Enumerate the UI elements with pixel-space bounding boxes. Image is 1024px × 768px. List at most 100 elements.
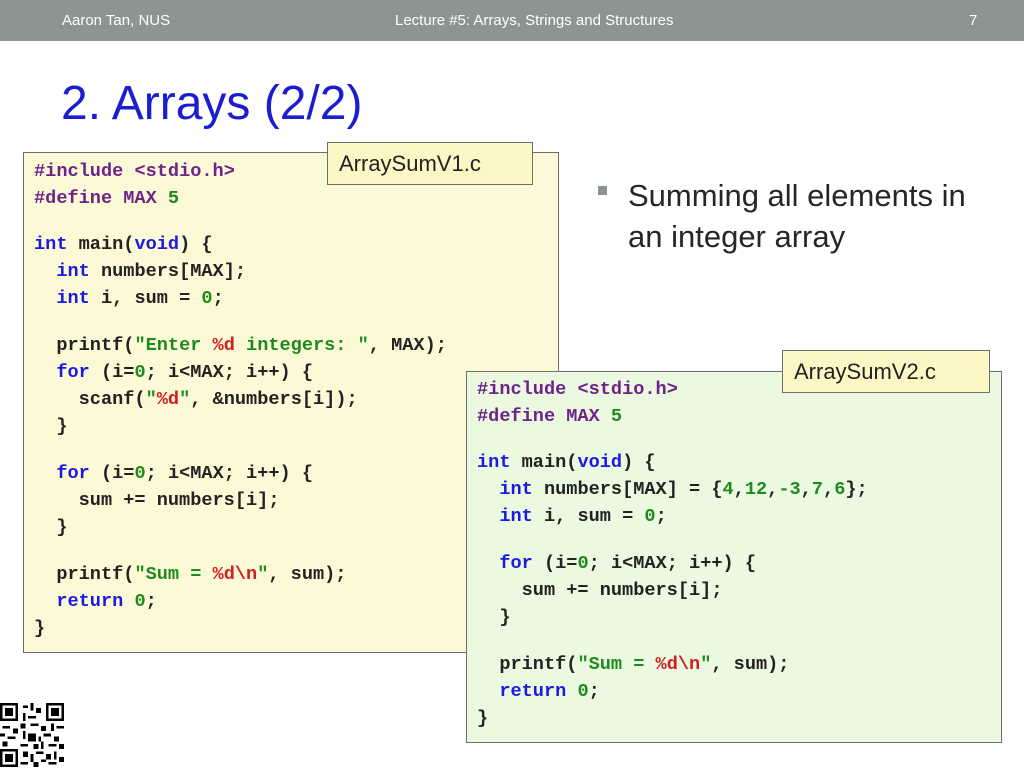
code-token: return	[56, 591, 124, 612]
code-token: 7	[811, 479, 824, 500]
code-line: }	[34, 416, 67, 438]
code-line: for (i=0; i<MAX; i++) {	[34, 362, 313, 384]
code-token: #define	[477, 406, 567, 427]
code-token: 0	[201, 288, 213, 309]
code-line: printf("Sum = %d\n", sum);	[477, 654, 789, 676]
code-token: 4	[722, 479, 734, 500]
code-token: ) {	[179, 234, 213, 255]
code-token: ;	[145, 591, 157, 612]
code-token: (i=	[89, 362, 135, 383]
header-author: Aaron Tan, NUS	[62, 12, 171, 29]
code-token: MAX	[123, 188, 168, 209]
code-token: "Sum =	[577, 654, 656, 675]
code-token: <stdio.h>	[577, 379, 678, 400]
code-token: 5	[610, 406, 623, 427]
code-token: ; i<MAX; i++) {	[145, 362, 313, 383]
code-box-arraysumv2: #include <stdio.h> #define MAX 5 int main(…	[466, 371, 1002, 743]
code-token: , sum);	[711, 654, 790, 675]
qr-code-icon	[0, 703, 64, 767]
code-token: i, sum =	[532, 506, 645, 527]
code-token: scanf(	[34, 389, 146, 410]
code-token: }	[34, 618, 46, 639]
code-token: ;	[655, 506, 667, 527]
file-label-arraysumv2: ArraySumV2.c	[782, 350, 990, 393]
code-token: %d\n	[655, 654, 701, 675]
code-token: #include	[34, 161, 135, 182]
code-token: "Enter	[134, 335, 213, 356]
code-line: int main(void) {	[477, 452, 656, 474]
code-token: , sum);	[268, 564, 347, 585]
header-page-number: 7	[969, 12, 978, 29]
code-token: int	[56, 261, 90, 282]
code-token: "	[700, 654, 712, 675]
code-token: void	[577, 452, 623, 473]
code-token: 0	[644, 506, 656, 527]
code-line: #define MAX 5	[477, 406, 622, 428]
code-token: for	[56, 463, 90, 484]
bullet-text: Summing all elements in an integer array	[628, 178, 966, 254]
code-line: }	[477, 708, 488, 730]
code-token: MAX	[566, 406, 611, 427]
header-bar: Aaron Tan, NUS Lecture #5: Arrays, Strin…	[0, 0, 1024, 41]
code-token: for	[56, 362, 90, 383]
code-line: }	[34, 618, 45, 640]
code-token: void	[134, 234, 180, 255]
code-token: numbers[MAX];	[89, 261, 247, 282]
file-label-arraysumv1: ArraySumV1.c	[327, 142, 533, 185]
code-token: 5	[167, 188, 180, 209]
code-token: ,	[733, 479, 745, 500]
code-line: #include <stdio.h>	[477, 379, 678, 401]
code-line: sum += numbers[i];	[477, 580, 723, 602]
code-token: ; i<MAX; i++) {	[145, 463, 313, 484]
code-line: for (i=0; i<MAX; i++) {	[477, 553, 756, 575]
code-token: #include	[477, 379, 578, 400]
code-token: 6	[834, 479, 846, 500]
slide-title: 2. Arrays (2/2)	[61, 77, 363, 130]
code-token: 0	[134, 591, 146, 612]
code-line: int main(void) {	[34, 234, 213, 256]
code-token: %d	[156, 389, 180, 410]
code-token: sum += numbers[i];	[477, 580, 723, 601]
code-token: int	[499, 506, 533, 527]
code-token: "	[145, 389, 157, 410]
code-token: ;	[588, 681, 600, 702]
code-token: (i=	[532, 553, 578, 574]
code-line: sum += numbers[i];	[34, 490, 280, 512]
code-token: main(	[510, 452, 578, 473]
code-token: }	[477, 708, 489, 729]
code-token: #define	[34, 188, 124, 209]
code-token: numbers[MAX] = {	[532, 479, 723, 500]
code-token: 12	[744, 479, 768, 500]
code-line: int i, sum = 0;	[34, 288, 223, 310]
code-line: int numbers[MAX];	[34, 261, 246, 283]
code-token: ,	[823, 479, 835, 500]
code-token: 0	[577, 681, 589, 702]
code-token: main(	[67, 234, 135, 255]
code-token: -3	[778, 479, 801, 500]
code-token: printf(	[34, 335, 135, 356]
code-token: return	[499, 681, 567, 702]
code-line: int i, sum = 0;	[477, 506, 667, 528]
code-token: , &numbers[i]);	[190, 389, 358, 410]
code-token: integers: "	[234, 335, 369, 356]
code-token: "Sum =	[134, 564, 213, 585]
header-lecture-title: Lecture #5: Arrays, Strings and Structur…	[395, 12, 674, 29]
code-token: <stdio.h>	[134, 161, 235, 182]
code-line: #include <stdio.h>	[34, 161, 235, 183]
code-token: int	[56, 288, 90, 309]
code-token: ) {	[622, 452, 656, 473]
code-line: return 0;	[477, 681, 600, 703]
code-line: printf("Enter %d integers: ", MAX);	[34, 335, 447, 357]
code-token: printf(	[477, 654, 578, 675]
code-token: printf(	[34, 564, 135, 585]
code-line: for (i=0; i<MAX; i++) {	[34, 463, 313, 485]
